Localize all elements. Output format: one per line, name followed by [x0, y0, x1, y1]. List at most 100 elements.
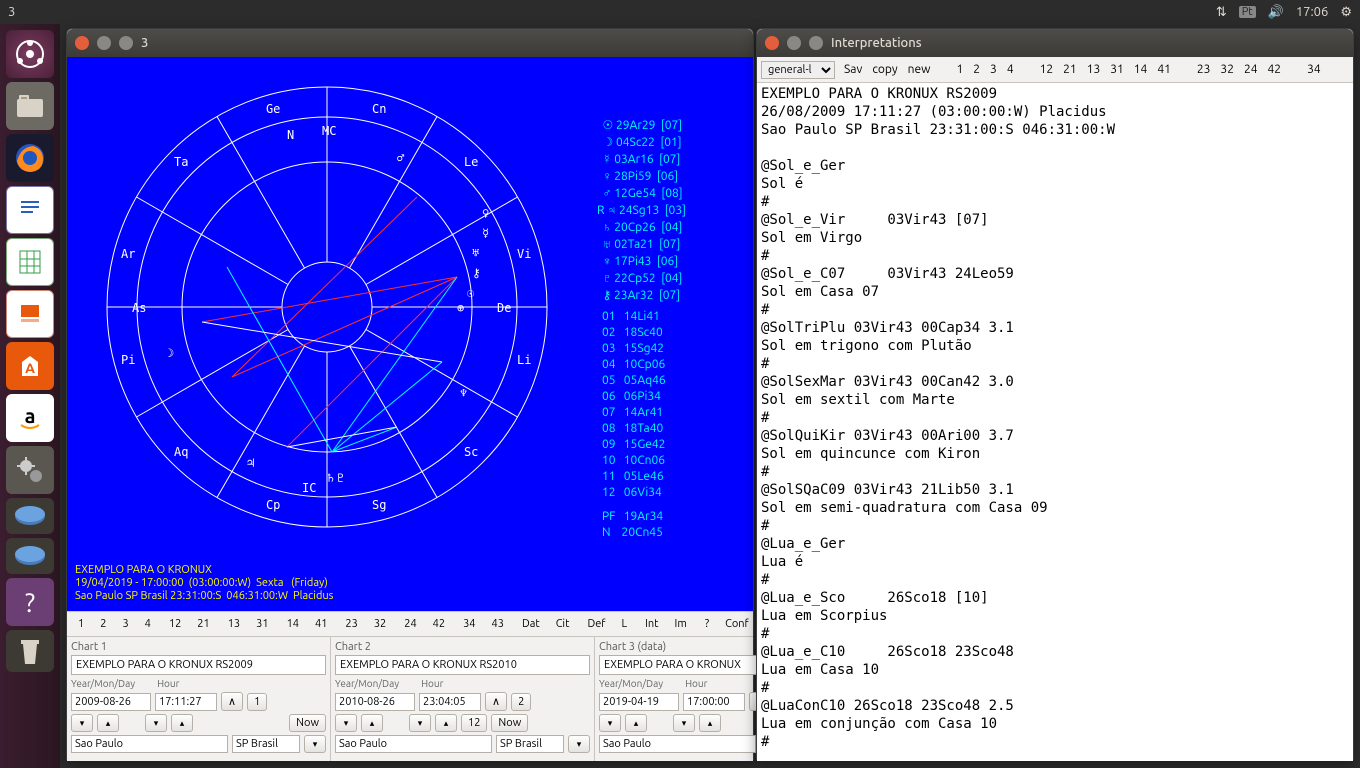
chart2-city[interactable] — [335, 735, 492, 753]
interp-text[interactable]: EXEMPLO PARA O KRONUX RS2009 26/08/2009 … — [757, 83, 1353, 761]
chart2-date-dec[interactable]: ▾ — [335, 714, 357, 732]
launcher-impress[interactable] — [6, 290, 54, 338]
toolbar-btn-1[interactable]: 1 — [71, 614, 91, 634]
launcher-files[interactable] — [6, 82, 54, 130]
interp-btn-2[interactable]: 2 — [968, 61, 985, 78]
launcher-software[interactable]: A — [6, 342, 54, 390]
toolbar-btn-int[interactable]: Int — [638, 614, 665, 634]
chart3-date-inc[interactable]: ▴ — [625, 714, 647, 732]
chart3-time-dec[interactable]: ▾ — [673, 714, 695, 732]
toolbar-btn-41[interactable]: 41 — [308, 614, 334, 634]
interp-btn-23[interactable]: 23 — [1192, 61, 1216, 78]
interp-btn-24[interactable]: 24 — [1239, 61, 1263, 78]
chart1-region[interactable] — [232, 735, 300, 753]
launcher-writer[interactable] — [6, 186, 54, 234]
interp-btn-42[interactable]: 42 — [1263, 61, 1287, 78]
interp-btn-32[interactable]: 32 — [1215, 61, 1239, 78]
toolbar-btn-?[interactable]: ? — [698, 614, 716, 634]
network-icon[interactable]: ⇅ — [1216, 5, 1227, 20]
launcher-amazon[interactable]: a — [6, 394, 54, 442]
chart2-num[interactable]: 2 — [511, 693, 531, 711]
chart2-name[interactable] — [335, 655, 590, 675]
interp-btn-21[interactable]: 21 — [1058, 61, 1082, 78]
launcher-help[interactable]: ? — [6, 578, 54, 626]
chart2-loc-dd[interactable]: ▾ — [568, 735, 590, 753]
interp-btn-14[interactable]: 14 — [1129, 61, 1153, 78]
toolbar-btn-21[interactable]: 21 — [190, 614, 216, 634]
toolbar-btn-24[interactable]: 24 — [397, 614, 423, 634]
chart1-num[interactable]: 1 — [247, 693, 267, 711]
toolbar-btn-dat[interactable]: Dat — [515, 614, 547, 634]
interp-btn-31[interactable]: 31 — [1105, 61, 1129, 78]
chart3-city[interactable] — [599, 735, 756, 753]
toolbar-btn-cit[interactable]: Cit — [549, 614, 577, 634]
chart2-time-inc[interactable]: ▴ — [435, 714, 457, 732]
toolbar-btn-2[interactable]: 2 — [93, 614, 113, 634]
toolbar-btn-im[interactable]: Im — [668, 614, 694, 634]
interp-btn-13[interactable]: 13 — [1082, 61, 1106, 78]
toolbar-btn-3[interactable]: 3 — [115, 614, 135, 634]
toolbar-btn-def[interactable]: Def — [580, 614, 612, 634]
chart1-loc-dd[interactable]: ▾ — [304, 735, 326, 753]
toolbar-btn-23[interactable]: 23 — [338, 614, 364, 634]
chart1-name[interactable] — [71, 655, 326, 675]
launcher-trash[interactable] — [6, 630, 54, 672]
chart2-12[interactable]: 12 — [461, 714, 487, 732]
chart2-date[interactable] — [335, 693, 415, 711]
toolbar-btn-43[interactable]: 43 — [485, 614, 511, 634]
toolbar-btn-32[interactable]: 32 — [367, 614, 393, 634]
launcher-settings[interactable] — [6, 446, 54, 494]
maximize-icon[interactable] — [809, 36, 823, 50]
toolbar-btn-31[interactable]: 31 — [249, 614, 275, 634]
chart2-date-inc[interactable]: ▴ — [361, 714, 383, 732]
chart1-up[interactable]: ∧ — [221, 692, 243, 711]
chart2-up[interactable]: ∧ — [485, 692, 507, 711]
interp-btn-1[interactable]: 1 — [951, 61, 968, 78]
chart2-now[interactable]: Now — [491, 714, 528, 732]
toolbar-btn-14[interactable]: 14 — [280, 614, 306, 634]
chart1-time[interactable] — [155, 693, 217, 711]
interp-action-new[interactable]: new — [903, 61, 936, 78]
chart3-time[interactable] — [683, 693, 745, 711]
chart2-region[interactable] — [496, 735, 564, 753]
toolbar-btn-42[interactable]: 42 — [426, 614, 452, 634]
launcher-calc[interactable] — [6, 238, 54, 286]
close-icon[interactable] — [75, 36, 89, 50]
chart2-time-dec[interactable]: ▾ — [409, 714, 431, 732]
toolbar-btn-conf[interactable]: Conf — [718, 614, 753, 634]
toolbar-btn-12[interactable]: 12 — [162, 614, 188, 634]
chart1-city[interactable] — [71, 735, 228, 753]
interp-btn-4[interactable]: 4 — [1002, 61, 1019, 78]
toolbar-btn-34[interactable]: 34 — [456, 614, 482, 634]
minimize-icon[interactable] — [97, 36, 111, 50]
chart3-date-dec[interactable]: ▾ — [599, 714, 621, 732]
interp-btn-34[interactable]: 34 — [1302, 61, 1326, 78]
interp-action-sav[interactable]: Sav — [839, 61, 867, 78]
maximize-icon[interactable] — [119, 36, 133, 50]
launcher-firefox[interactable] — [6, 134, 54, 182]
keyboard-indicator[interactable]: Pt — [1239, 6, 1256, 18]
launcher-disk1[interactable] — [6, 498, 54, 534]
toolbar-btn-l[interactable]: L — [614, 614, 634, 634]
chart1-time-dec[interactable]: ▾ — [145, 714, 167, 732]
chart1-date-dec[interactable]: ▾ — [71, 714, 93, 732]
chart1-date[interactable] — [71, 693, 151, 711]
interp-select[interactable]: general-l — [761, 61, 835, 79]
chart1-now[interactable]: Now — [289, 714, 326, 732]
interp-action-copy[interactable]: copy — [867, 61, 902, 78]
toolbar-btn-4[interactable]: 4 — [138, 614, 158, 634]
interp-btn-41[interactable]: 41 — [1152, 61, 1176, 78]
chart2-time[interactable] — [419, 693, 481, 711]
chart1-time-inc[interactable]: ▴ — [171, 714, 193, 732]
toolbar-btn-13[interactable]: 13 — [221, 614, 247, 634]
gear-icon[interactable]: ⚙ — [1340, 5, 1352, 20]
clock[interactable]: 17:06 — [1296, 5, 1329, 19]
interp-titlebar[interactable]: Interpretations — [757, 29, 1353, 57]
minimize-icon[interactable] — [787, 36, 801, 50]
launcher-dash[interactable] — [6, 30, 54, 78]
close-icon[interactable] — [765, 36, 779, 50]
chart3-time-inc[interactable]: ▴ — [699, 714, 721, 732]
launcher-disk2[interactable] — [6, 538, 54, 574]
chart-titlebar[interactable]: 3 — [67, 29, 753, 57]
interp-btn-3[interactable]: 3 — [985, 61, 1002, 78]
